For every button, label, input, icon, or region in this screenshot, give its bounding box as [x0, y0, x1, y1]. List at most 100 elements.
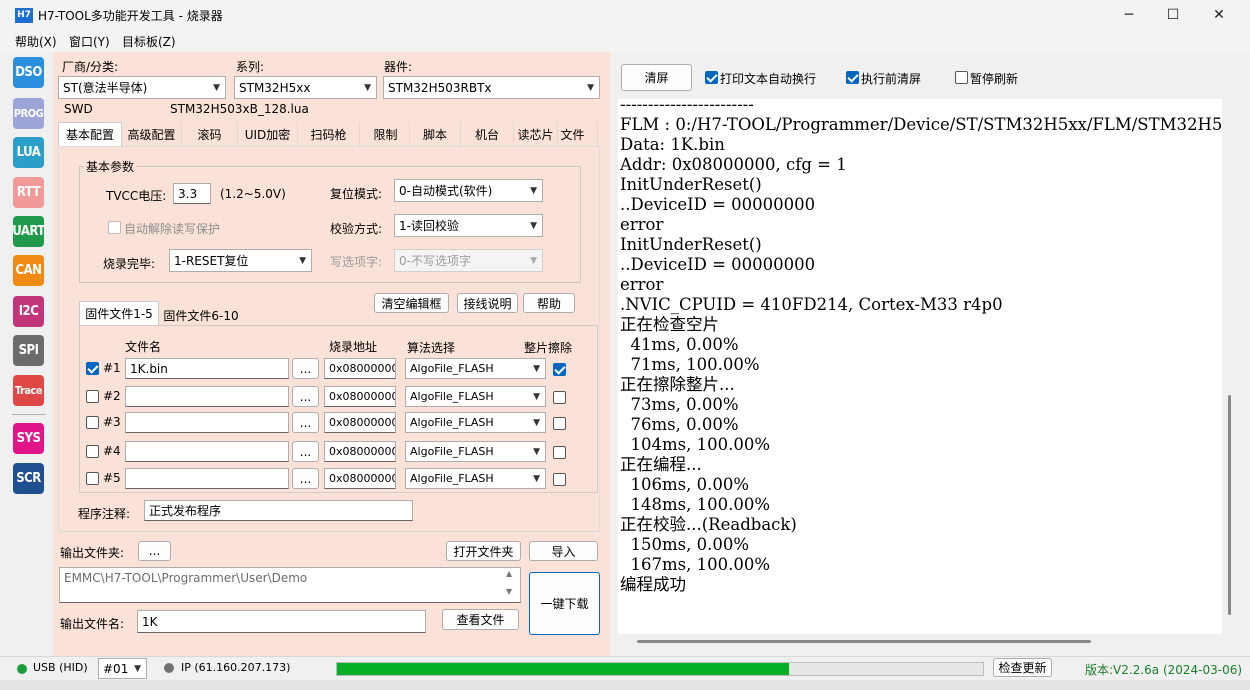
option-byte-select[interactable]: 0-不写选项字 ▼ — [394, 249, 543, 272]
auto-wrap-label: 打印文本自动换行 — [720, 72, 817, 86]
file-address-input[interactable]: 0x08000000 — [324, 386, 396, 407]
verify-label: 校验方式: — [330, 222, 383, 236]
output-folder-path[interactable]: EMMC\H7-TOOL\Programmer\User\Demo — [59, 567, 521, 603]
file-name-input[interactable]: 1K.bin — [125, 358, 289, 379]
tab-uid-encrypt[interactable]: UID加密 — [238, 122, 298, 146]
sidebar-spi-button[interactable]: SPI — [13, 335, 44, 366]
scroll-up-icon[interactable]: ▲ — [506, 569, 512, 578]
file-address-input[interactable]: 0x08000000 — [324, 358, 396, 379]
file-enable-checkbox[interactable] — [86, 362, 99, 375]
file-algorithm-select[interactable]: AlgoFile_FLASH ▼ — [405, 386, 546, 407]
tab-scanner[interactable]: 扫码枪 — [298, 122, 360, 146]
file-chip-erase-checkbox[interactable] — [553, 446, 566, 459]
sidebar-trace-button[interactable]: Trace — [13, 375, 44, 406]
clear-screen-button[interactable]: 清屏 — [621, 64, 692, 91]
log-line: 71ms, 100.00% — [620, 355, 760, 374]
series-label: 系列: — [236, 60, 265, 74]
menu-window[interactable]: 窗口(Y) — [69, 33, 110, 50]
file-enable-checkbox[interactable] — [86, 416, 99, 429]
sidebar-dso-button[interactable]: DSO — [13, 57, 44, 88]
auto-wrap-checkbox[interactable] — [705, 71, 718, 84]
tab-script[interactable]: 脚本 — [410, 122, 461, 146]
file-algorithm-select[interactable]: AlgoFile_FLASH ▼ — [405, 358, 546, 379]
clear-before-run-checkbox[interactable] — [846, 71, 859, 84]
file-browse-button[interactable]: ... — [292, 358, 319, 379]
tab-limit[interactable]: 限制 — [362, 122, 410, 146]
sidebar-prog-button[interactable]: PROG — [13, 98, 44, 129]
tvcc-range-label: (1.2~5.0V) — [220, 187, 286, 201]
file-browse-button[interactable]: ... — [292, 412, 319, 433]
sidebar-i2c-button[interactable]: I2C — [13, 296, 44, 327]
file-chip-erase-checkbox[interactable] — [553, 473, 566, 486]
port-select[interactable]: #01 ▼ — [98, 658, 147, 679]
chevron-down-icon: ▼ — [299, 255, 306, 266]
menu-target-board[interactable]: 目标板(Z) — [122, 33, 176, 50]
sidebar-sys-button[interactable]: SYS — [13, 423, 44, 454]
file-chip-erase-checkbox[interactable] — [553, 391, 566, 404]
wiring-guide-button[interactable]: 接线说明 — [457, 293, 518, 313]
tvcc-input[interactable]: 3.3 — [173, 183, 211, 204]
basic-params-title: 基本参数 — [84, 158, 137, 175]
tab-firmware-6-10[interactable]: 固件文件6-10 — [160, 305, 242, 325]
file-algorithm-select[interactable]: AlgoFile_FLASH ▼ — [405, 441, 546, 462]
note-input[interactable]: 正式发布程序 — [144, 500, 413, 521]
file-name-input[interactable] — [125, 412, 289, 433]
file-algorithm-select[interactable]: AlgoFile_FLASH ▼ — [405, 468, 546, 489]
file-name-input[interactable] — [125, 386, 289, 407]
check-update-button[interactable]: 检查更新 — [993, 658, 1052, 677]
import-button[interactable]: 导入 — [529, 541, 598, 561]
sidebar-divider — [12, 414, 46, 415]
sidebar-rtt-button[interactable]: RTT — [13, 177, 44, 208]
minimize-button[interactable]: ─ — [1106, 0, 1152, 30]
vendor-select[interactable]: ST(意法半导体) ▼ — [58, 76, 226, 99]
file-enable-checkbox[interactable] — [86, 472, 99, 485]
file-algorithm-select[interactable]: AlgoFile_FLASH ▼ — [405, 412, 546, 433]
tab-basic[interactable]: 基本配置 — [58, 122, 122, 146]
sidebar-can-button[interactable]: CAN — [13, 255, 44, 286]
file-enable-checkbox[interactable] — [86, 445, 99, 458]
part-select[interactable]: STM32H503RBTx ▼ — [383, 76, 600, 99]
file-browse-button[interactable]: ... — [292, 468, 319, 489]
help-button[interactable]: 帮助 — [523, 293, 575, 313]
file-browse-button[interactable]: ... — [292, 441, 319, 462]
log-output[interactable]: ------------------------ FLM : 0:/H7-TOOL… — [618, 99, 1222, 634]
reset-mode-select[interactable]: 0-自动模式(软件) ▼ — [394, 179, 543, 202]
sidebar-scr-button[interactable]: SCR — [13, 463, 44, 494]
one-click-download-button[interactable]: 一键下载 — [529, 572, 600, 635]
file-browse-button[interactable]: ... — [292, 386, 319, 407]
clear-edit-button[interactable]: 清空编辑框 — [374, 293, 449, 313]
log-horizontal-scrollbar[interactable] — [637, 640, 1091, 643]
progress-bar — [336, 662, 984, 676]
file-name-input[interactable] — [125, 441, 289, 462]
tab-rolling-code[interactable]: 滚码 — [182, 122, 238, 146]
pause-refresh-checkbox[interactable] — [955, 71, 968, 84]
output-name-input[interactable]: 1K — [137, 610, 426, 633]
tab-firmware-1-5[interactable]: 固件文件1-5 — [79, 301, 159, 325]
scroll-down-icon[interactable]: ▼ — [506, 587, 512, 596]
verify-select[interactable]: 1-读回校验 ▼ — [394, 214, 543, 237]
file-enable-checkbox[interactable] — [86, 390, 99, 403]
view-file-button[interactable]: 查看文件 — [442, 609, 519, 630]
after-program-select[interactable]: 1-RESET复位 ▼ — [169, 249, 312, 272]
file-chip-erase-checkbox[interactable] — [553, 363, 566, 376]
series-select[interactable]: STM32H5xx ▼ — [234, 76, 377, 99]
tab-machine[interactable]: 机台 — [461, 122, 514, 146]
log-vertical-scrollbar[interactable] — [1228, 395, 1231, 615]
tab-advanced[interactable]: 高级配置 — [122, 122, 182, 146]
file-address-input[interactable]: 0x08000000 — [324, 468, 396, 489]
auto-unprotect-checkbox[interactable] — [108, 221, 121, 234]
maximize-button[interactable]: ☐ — [1150, 0, 1196, 30]
sidebar-uart-button[interactable]: UART — [12, 216, 45, 247]
sidebar-lua-button[interactable]: LUA — [13, 137, 44, 168]
file-address-input[interactable]: 0x08000000 — [324, 412, 396, 433]
output-folder-browse-button[interactable]: ... — [138, 541, 171, 561]
file-chip-erase-checkbox[interactable] — [553, 417, 566, 430]
menu-help[interactable]: 帮助(X) — [15, 33, 57, 50]
chevron-down-icon: ▼ — [533, 473, 540, 484]
file-address-input[interactable]: 0x08000000 — [324, 441, 396, 462]
close-button[interactable]: ✕ — [1196, 0, 1242, 30]
open-folder-button[interactable]: 打开文件夹 — [446, 541, 521, 561]
file-name-input[interactable] — [125, 468, 289, 489]
chevron-down-icon: ▼ — [587, 82, 594, 93]
tab-file[interactable]: 文件 — [548, 122, 598, 146]
